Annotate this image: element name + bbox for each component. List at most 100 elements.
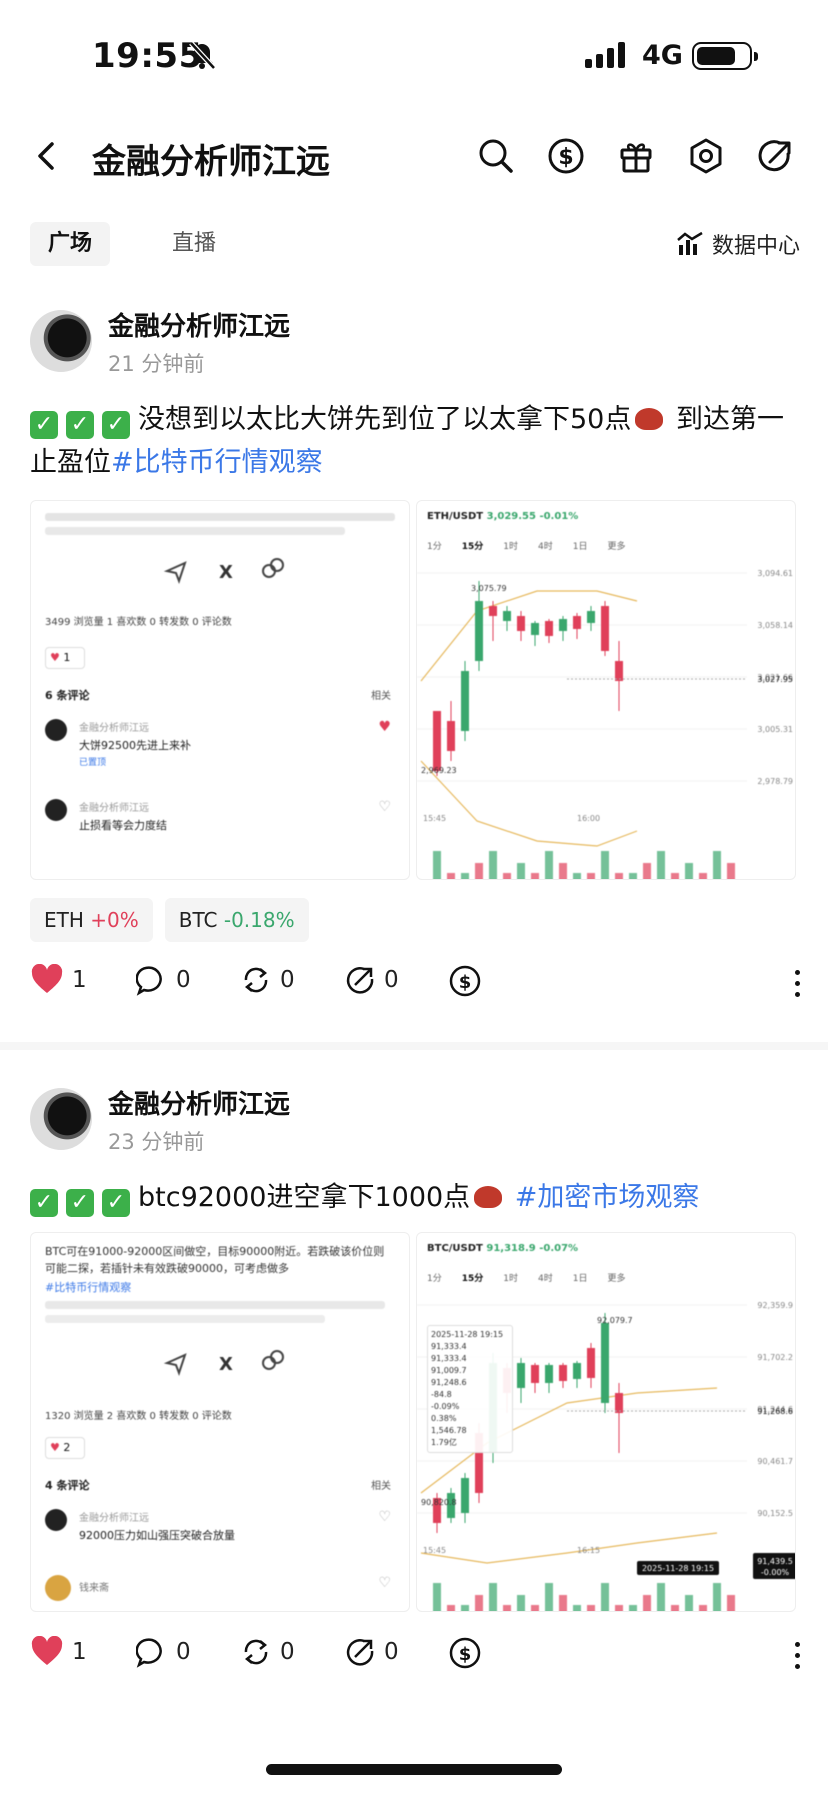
author-name[interactable]: 金融分析师江远 (108, 1084, 290, 1121)
repost-button[interactable]: 0 (240, 964, 295, 996)
gift-icon[interactable] (614, 134, 658, 178)
interval-tab[interactable]: 1分 (427, 1271, 442, 1284)
tab-square[interactable]: 广场 (30, 222, 111, 266)
repost-button[interactable]: 0 (240, 1636, 295, 1668)
volume-bar (461, 873, 469, 879)
candle-body (475, 601, 483, 661)
y-tick-label: 90,152.5 (757, 1509, 793, 1518)
like-button[interactable]: 1 (30, 1636, 87, 1668)
post-image-left[interactable]: X 3499 浏览量 1 喜欢数 0 转发数 0 评论数 ♥ 1 6 条评论 相… (30, 500, 410, 880)
volume-bar (489, 1583, 497, 1611)
candle-body (517, 616, 525, 631)
y-tick-label: 2,978.79 (757, 777, 793, 786)
like-chip: ♥ 2 (45, 1437, 85, 1459)
interval-tab[interactable]: 1分 (427, 539, 442, 552)
volume-bar (727, 1595, 735, 1611)
candle-body (587, 1348, 595, 1378)
data-center-label: 数据中心 (711, 234, 800, 259)
search-icon[interactable] (474, 134, 518, 178)
candle-body (615, 1393, 623, 1413)
candle-body (531, 1365, 539, 1383)
interval-tab[interactable]: 1时 (503, 1271, 518, 1284)
svg-text:$: $ (459, 1644, 472, 1665)
interval-tab[interactable]: 更多 (607, 1271, 625, 1284)
candle-body (433, 711, 441, 771)
candle-body (531, 623, 539, 635)
volume-bar (643, 863, 651, 879)
post-image-right[interactable]: ETH/USDT 3,029.55 -0.01% 1分 15分 1时 4时 1日 更多 3… (416, 500, 796, 880)
check-icon: ✓ (102, 1189, 130, 1217)
volume-bar (503, 873, 511, 879)
battery-icon (692, 42, 758, 70)
post-image-right[interactable]: BTC/USDT 91,318.9 -0.07% 1分 15分 1时 4时 1日 更多 9… (416, 1232, 796, 1612)
post-time: 23 分钟前 (108, 1130, 205, 1154)
volume-bar (699, 873, 707, 879)
interval-tab[interactable]: 1日 (573, 539, 588, 552)
share-icon[interactable] (754, 134, 798, 178)
tip-button[interactable]: $ (448, 964, 482, 998)
tip-button[interactable]: $ (448, 1636, 482, 1670)
price-badge-pct: -0.00% (761, 1568, 790, 1577)
interval-tab[interactable]: 1时 (503, 539, 518, 552)
volume-bar (447, 873, 455, 879)
tab-bar: 广场 直播 数据中心 (30, 222, 800, 268)
volume-bar (713, 1583, 721, 1611)
post-image-left[interactable]: BTC可在91000-92000区间做空，目标90000附近。若跌破该价位则可能… (30, 1232, 410, 1612)
interval-tab[interactable]: 4时 (538, 539, 553, 552)
repost-icon (244, 1639, 268, 1665)
post-text[interactable]: ✓ ✓ ✓ btc92000进空拿下1000点 #加密市场观察 (30, 1176, 800, 1219)
volume-bar (615, 873, 623, 879)
interval-tab[interactable]: 15分 (462, 1271, 484, 1284)
hashtag-link[interactable]: #比特币行情观察 (111, 447, 323, 478)
heart-icon (31, 964, 63, 993)
share-button[interactable]: 0 (344, 1636, 399, 1668)
avatar[interactable] (30, 1088, 92, 1150)
more-icon[interactable] (795, 1642, 800, 1669)
author-name[interactable]: 金融分析师江远 (108, 306, 290, 343)
interval-tab[interactable]: 4时 (538, 1271, 553, 1284)
volume-bar (601, 851, 609, 879)
hashtag-link[interactable]: #加密市场观察 (515, 1182, 700, 1213)
share-options-icon: X (163, 558, 284, 584)
candle-body (461, 671, 469, 731)
data-center-link[interactable]: 数据中心 (676, 228, 800, 260)
settings-icon[interactable] (684, 134, 728, 178)
volume-bar (685, 863, 693, 879)
candle-body (545, 1365, 553, 1383)
candle-body (489, 606, 497, 616)
volume-bar (559, 863, 567, 879)
volume-bar (615, 1605, 623, 1611)
back-icon[interactable] (30, 136, 66, 176)
comment-button[interactable]: 0 (136, 1636, 191, 1668)
like-button[interactable]: 1 (30, 964, 87, 996)
comment-button[interactable]: 0 (136, 964, 191, 996)
date-badge-label: 2025-11-28 19:15 (642, 1564, 714, 1573)
ticker-chip-eth[interactable]: ETH +0% (30, 898, 153, 942)
volume-bar (573, 873, 581, 879)
tooltip-value: -0.09% (431, 1402, 460, 1411)
interval-tab[interactable]: 1日 (573, 1271, 588, 1284)
ticker-chip-btc[interactable]: BTC -0.18% (164, 898, 309, 942)
network-type: 4G (642, 40, 683, 71)
volume-bar (657, 851, 665, 879)
y-tick-label: 3,005.31 (757, 725, 793, 734)
interval-tab[interactable]: 15分 (462, 539, 484, 552)
candle-body (447, 721, 455, 751)
candle-body (559, 619, 567, 631)
volume-bar (601, 1583, 609, 1611)
share-button[interactable]: 0 (344, 964, 399, 996)
avatar[interactable] (30, 310, 92, 372)
dollar-icon[interactable]: $ (544, 134, 588, 178)
status-time: 19:55 (92, 36, 203, 76)
post-text[interactable]: ✓ ✓ ✓ 没想到以太比大饼先到位了以太拿下50点 到达第一止盈位#比特币行情观察 (30, 398, 800, 484)
volume-bar (629, 873, 637, 879)
chart-tooltip: 2025-11-28 19:15 91,333.4 91,333.4 91,009.7… (427, 1325, 513, 1453)
volume-bar (587, 873, 595, 879)
sort-label: 相关 (371, 691, 391, 702)
tooltip-value: 1,546.78 (431, 1426, 467, 1435)
more-icon[interactable] (795, 970, 800, 997)
current-price-label: 3,027.95 (757, 675, 793, 684)
volume-bar (559, 1595, 567, 1611)
interval-tab[interactable]: 更多 (607, 539, 625, 552)
tab-live[interactable]: 直播 (154, 222, 234, 266)
